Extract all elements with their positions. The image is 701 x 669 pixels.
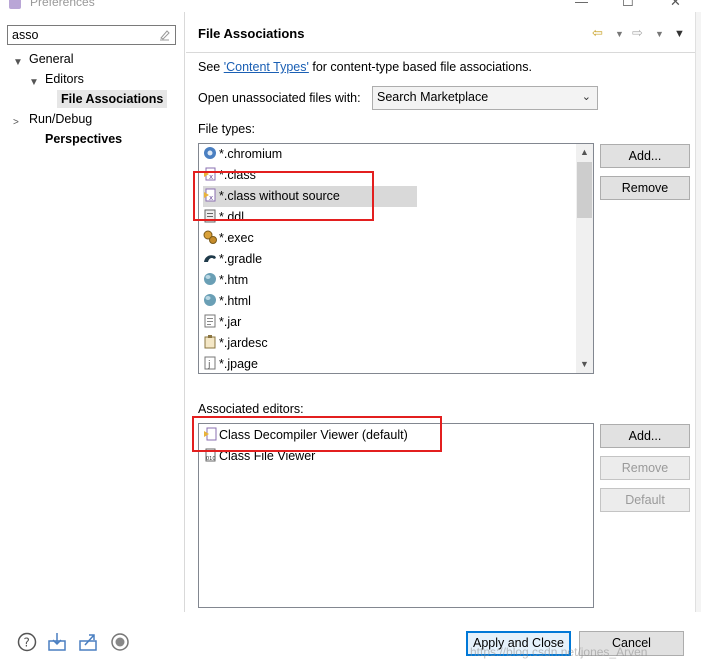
list-item[interactable]: *.htm — [203, 270, 248, 291]
record-icon[interactable] — [110, 632, 130, 652]
view-menu-icon[interactable]: ▼ — [674, 28, 685, 40]
content-types-link[interactable]: 'Content Types' — [224, 60, 309, 74]
globe-icon — [203, 293, 217, 307]
import-icon[interactable] — [47, 632, 67, 652]
hint-prefix: See — [198, 60, 224, 74]
associated-editors-label: Associated editors: — [198, 402, 304, 416]
class-file-icon: x — [203, 167, 217, 181]
file-type-label: *.ddl — [219, 210, 245, 224]
chevron-down-icon: ⌄ — [581, 91, 591, 103]
svg-text:?: ? — [24, 636, 30, 650]
remove-file-type-button[interactable]: Remove — [600, 176, 690, 200]
filter-input[interactable]: asso — [7, 25, 176, 45]
page-title: File Associations — [198, 26, 305, 41]
jpage-icon: j — [203, 356, 217, 370]
open-unassociated-value: Search Marketplace — [377, 90, 489, 104]
app-icon — [9, 0, 21, 9]
tree-item-editors[interactable]: Editors — [45, 70, 84, 88]
expand-general-icon[interactable]: ▼ — [13, 58, 23, 68]
tree-item-file-associations[interactable]: File Associations — [57, 90, 168, 108]
list-item[interactable]: *.gradle — [203, 249, 262, 270]
svg-text:x: x — [209, 173, 213, 181]
bottom-bar: ? Apply and Close Cancel — [0, 612, 701, 669]
file-type-label: *.jardesc — [219, 336, 268, 350]
list-item[interactable]: Class Decompiler Viewer (default) — [203, 425, 408, 446]
open-unassociated-select[interactable]: Search Marketplace ⌄ — [372, 86, 598, 110]
exec-file-icon — [203, 230, 217, 244]
background-window-edge — [695, 12, 701, 612]
file-type-label: *.gradle — [219, 252, 263, 266]
file-type-label: *.class — [219, 168, 256, 182]
list-item[interactable]: *.jar — [203, 312, 241, 333]
file-type-label: *.class without source — [219, 189, 340, 203]
svg-text:j: j — [207, 360, 211, 370]
text-file-icon — [203, 314, 217, 328]
list-item[interactable]: x *.class — [203, 165, 256, 186]
header-divider — [186, 52, 695, 53]
forward-dropdown-icon[interactable]: ▼ — [655, 29, 664, 39]
expand-editors-icon[interactable]: ▼ — [29, 78, 39, 88]
file-types-label: File types: — [198, 122, 255, 136]
clear-filter-icon[interactable] — [158, 28, 171, 41]
scroll-down-icon[interactable]: ▼ — [576, 356, 593, 373]
list-item[interactable]: j *.jpage — [203, 354, 258, 373]
file-type-label: *.jpage — [219, 357, 258, 371]
file-type-label: *.jar — [219, 315, 242, 329]
tree-item-run-debug[interactable]: Run/Debug — [29, 110, 92, 128]
list-item[interactable]: *.chromium — [203, 144, 282, 165]
close-button[interactable]: ✕ — [670, 0, 681, 10]
list-item[interactable]: *.exec — [203, 228, 254, 249]
scroll-up-icon[interactable]: ▲ — [576, 144, 593, 161]
back-icon[interactable]: ⇦ — [592, 25, 603, 41]
forward-icon[interactable]: ⇨ — [632, 25, 643, 41]
list-item[interactable]: *.html — [203, 291, 251, 312]
back-dropdown-icon[interactable]: ▼ — [615, 29, 624, 39]
decompiler-icon — [203, 427, 217, 441]
class-viewer-icon: 010 — [203, 448, 217, 462]
file-type-label: *.exec — [219, 231, 254, 245]
file-types-list[interactable]: *.chromium x *.class x *.class without sou… — [198, 143, 594, 374]
maximize-button[interactable]: ☐ — [622, 0, 634, 10]
editor-label: Class File Viewer — [219, 449, 316, 463]
class-file-icon: x — [203, 188, 217, 202]
ddl-file-icon — [203, 209, 217, 223]
minimize-button[interactable]: — — [575, 0, 588, 9]
scrollbar-thumb[interactable] — [577, 162, 592, 218]
jardesc-icon — [203, 335, 217, 349]
chromium-icon — [203, 146, 217, 160]
list-item[interactable]: *.ddl — [203, 207, 244, 228]
editor-label: Class Decompiler Viewer (default) — [219, 428, 408, 442]
title-bar: Preferences — ☐ ✕ — [0, 0, 701, 12]
content-types-hint: See 'Content Types' for content-type bas… — [198, 60, 532, 74]
svg-text:x: x — [209, 194, 213, 202]
list-item[interactable]: x *.class without source — [203, 186, 417, 207]
file-type-label: *.html — [219, 294, 251, 308]
tree-item-perspectives[interactable]: Perspectives — [45, 130, 122, 148]
associated-editors-list[interactable]: Class Decompiler Viewer (default) 010 Cla… — [198, 423, 594, 608]
help-icon[interactable]: ? — [17, 632, 37, 652]
file-type-label: *.htm — [219, 273, 249, 287]
add-file-type-button[interactable]: Add... — [600, 144, 690, 168]
window-title: Preferences — [30, 0, 95, 9]
file-types-scrollbar[interactable]: ▲ ▼ — [576, 144, 593, 373]
globe-icon — [203, 272, 217, 286]
export-icon[interactable] — [78, 632, 98, 652]
gradle-icon — [203, 251, 217, 265]
expand-run-debug-icon[interactable]: > — [13, 118, 23, 128]
watermark: https://blog.csdn.net/jones_Arven — [470, 645, 648, 659]
list-item[interactable]: *.jardesc — [203, 333, 268, 354]
default-editor-button[interactable]: Default — [600, 488, 690, 512]
remove-editor-button[interactable]: Remove — [600, 456, 690, 480]
tree-item-general[interactable]: General — [29, 50, 73, 68]
svg-text:010: 010 — [206, 456, 216, 462]
preference-page: File Associations ⇦ ▼ ⇨ ▼ ▼ See 'Content… — [186, 12, 695, 612]
open-unassociated-label: Open unassociated files with: — [198, 91, 361, 105]
hint-suffix: for content-type based file associations… — [308, 60, 532, 74]
file-type-label: *.chromium — [219, 147, 283, 161]
list-item[interactable]: 010 Class File Viewer — [203, 446, 315, 467]
preference-tree-pane: asso ▼ General ▼ Editors File Associatio… — [0, 12, 185, 612]
add-editor-button[interactable]: Add... — [600, 424, 690, 448]
